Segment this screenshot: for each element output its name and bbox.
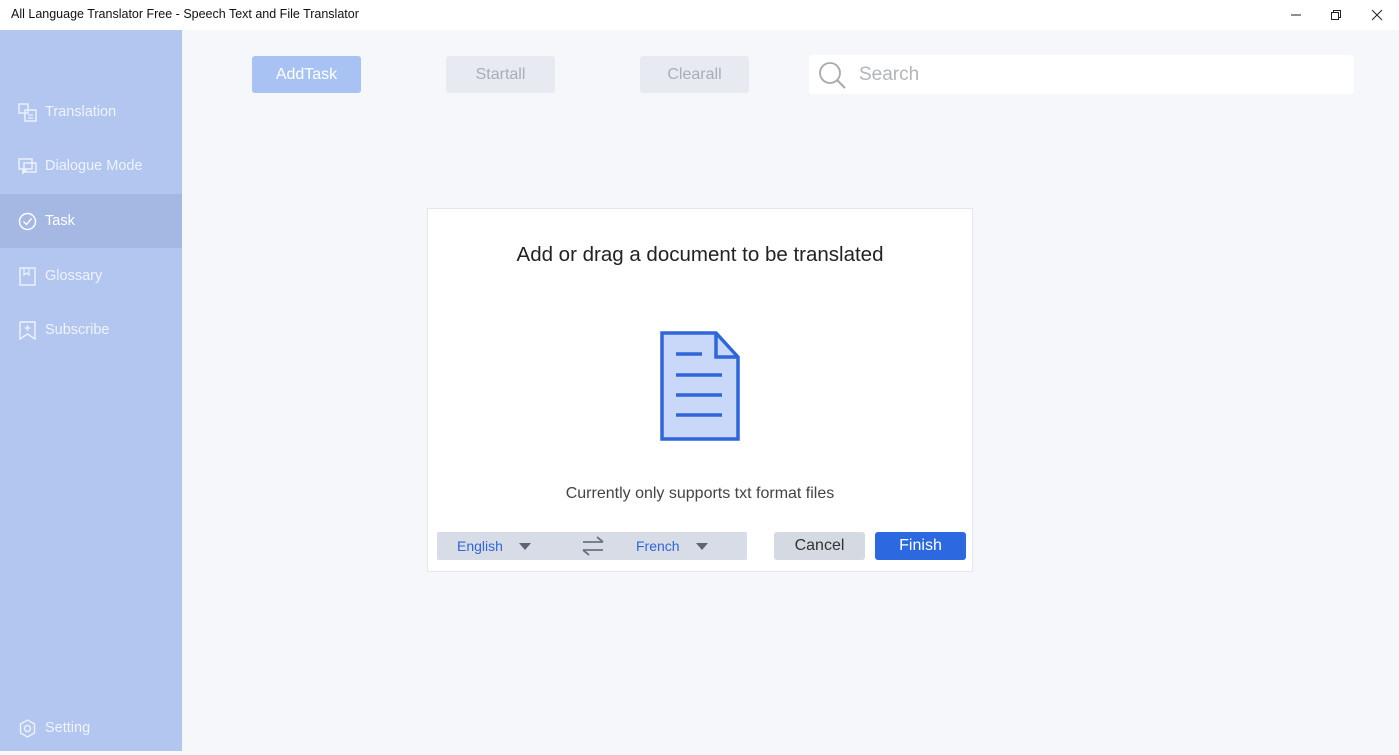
- book-icon: [18, 266, 37, 286]
- sidebar-item-translation[interactable]: Translation: [0, 85, 182, 139]
- chevron-down-icon: [695, 542, 708, 550]
- chevron-down-icon: [518, 542, 531, 550]
- document-icon[interactable]: [658, 330, 742, 442]
- sidebar-item-subscribe[interactable]: Subscribe: [0, 303, 182, 357]
- dialogue-icon: [18, 157, 37, 176]
- source-language-label: English: [457, 538, 503, 554]
- language-selector: English French: [437, 532, 747, 560]
- search-box: [809, 55, 1354, 94]
- translate-icon: [18, 102, 37, 122]
- sidebar-item-label: Dialogue Mode: [45, 158, 143, 174]
- sidebar-item-task[interactable]: Task: [0, 194, 182, 248]
- format-hint: Currently only supports txt format files: [565, 485, 835, 502]
- gear-icon: [18, 718, 37, 738]
- window-title: All Language Translator Free - Speech Te…: [11, 7, 359, 21]
- minimize-icon: [1291, 14, 1301, 16]
- check-circle-icon: [18, 212, 37, 231]
- sidebar-item-glossary[interactable]: Glossary: [0, 249, 182, 303]
- restore-button[interactable]: [1316, 0, 1356, 30]
- search-icon: [819, 62, 846, 89]
- sidebar-item-label: Task: [45, 213, 75, 229]
- target-language-label: French: [636, 538, 680, 554]
- dialog-heading: Add or drag a document to be translated: [516, 243, 884, 266]
- sidebar-item-setting[interactable]: Setting: [0, 701, 182, 755]
- search-input[interactable]: [859, 59, 1339, 90]
- close-button[interactable]: [1357, 0, 1397, 30]
- sidebar-item-label: Setting: [45, 720, 91, 736]
- cancel-button[interactable]: Cancel: [774, 532, 865, 560]
- sidebar-item-label: Glossary: [45, 268, 103, 284]
- target-language-dropdown[interactable]: French: [636, 532, 708, 560]
- finish-button[interactable]: Finish: [875, 532, 966, 560]
- minimize-button[interactable]: [1276, 0, 1316, 30]
- swap-languages-icon[interactable]: [580, 535, 606, 557]
- title-bar: All Language Translator Free - Speech Te…: [0, 0, 1399, 30]
- sidebar-item-label: Translation: [45, 104, 117, 120]
- source-language-dropdown[interactable]: English: [457, 532, 531, 560]
- add-document-dialog: Add or drag a document to be translated …: [427, 208, 973, 572]
- restore-icon: [1331, 10, 1341, 20]
- add-task-button[interactable]: AddTask: [252, 56, 361, 93]
- main-content: AddTask Startall Clearall Add or drag a …: [182, 30, 1399, 751]
- start-all-button[interactable]: Startall: [446, 56, 555, 93]
- bookmark-plus-icon: [18, 320, 37, 340]
- clear-all-button[interactable]: Clearall: [640, 56, 749, 93]
- sidebar-item-dialogue-mode[interactable]: Dialogue Mode: [0, 139, 182, 193]
- sidebar: Translation Dialogue Mode Task Glossary …: [0, 30, 182, 751]
- sidebar-item-label: Subscribe: [45, 322, 110, 338]
- close-icon: [1371, 9, 1383, 21]
